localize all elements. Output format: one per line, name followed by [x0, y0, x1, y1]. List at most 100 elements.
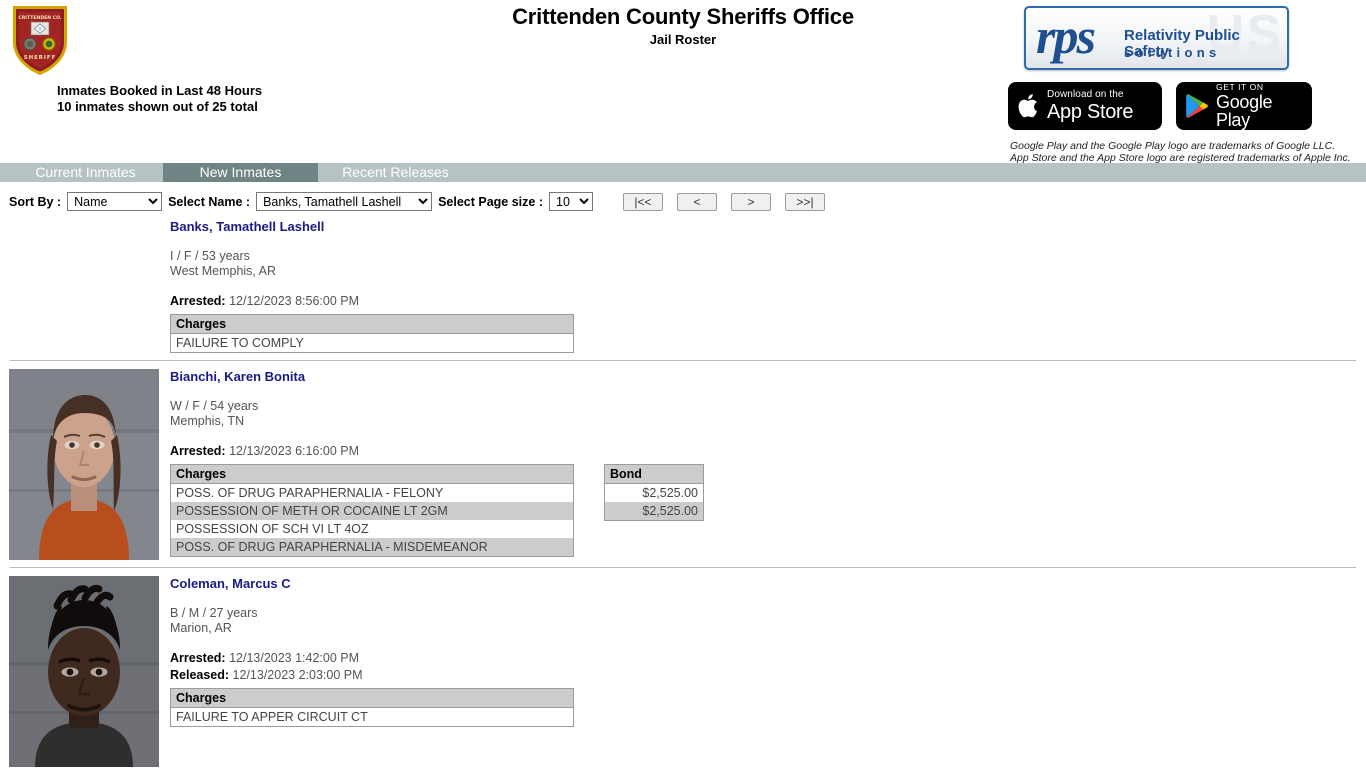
mugshot-photo — [9, 576, 159, 767]
bond-table: Bond $2,525.00 $2,525.00 — [604, 464, 704, 521]
rps-wordmark: rps — [1036, 8, 1096, 64]
google-play-icon — [1185, 93, 1209, 119]
branding-block: US rps Relativity Public Safety solution… — [1006, 6, 1351, 164]
trademark-notice-line2: App Store and the App Store logo are reg… — [1010, 152, 1351, 164]
last-page-button[interactable]: >>| — [785, 192, 825, 211]
select-name-label: Select Name : — [168, 194, 251, 209]
charge-row: POSSESSION OF SCH VI LT 4OZ — [170, 520, 574, 538]
charges-header-cell: Charges — [170, 688, 574, 708]
inmate-demographics: I / F / 53 years — [170, 249, 250, 263]
page-size-label: Select Page size : — [438, 194, 543, 209]
booked-summary-line2: 10 inmates shown out of 25 total — [57, 99, 258, 114]
arrested-value: 12/12/2023 8:56:00 PM — [229, 294, 360, 308]
mugshot-cell — [0, 572, 170, 767]
inmate-details: Coleman, Marcus C B / M / 27 years Marion,… — [170, 572, 1366, 727]
inmate-dates: Arrested: 12/13/2023 6:16:00 PM — [170, 443, 1366, 460]
bond-row: $2,525.00 — [604, 502, 704, 521]
tables-row: Charges POSS. OF DRUG PARAPHERNALIA - FEL… — [170, 464, 1366, 557]
google-play-big-label: Google Play — [1216, 92, 1273, 131]
inmate-record: Bianchi, Karen Bonita W / F / 54 years Mem… — [0, 361, 1366, 560]
sort-by-label: Sort By : — [9, 194, 62, 209]
inmate-name-link[interactable]: Banks, Tamathell Lashell — [170, 219, 324, 234]
tab-new-inmates[interactable]: New Inmates — [163, 163, 318, 182]
inmate-city: West Memphis, AR — [170, 264, 277, 278]
filter-toolbar: Sort By : Name Select Name : Banks, Tama… — [0, 182, 1366, 211]
charges-table: Charges FAILURE TO APPER CIRCUIT CT — [170, 688, 574, 727]
inmate-record: Coleman, Marcus C B / M / 27 years Marion,… — [0, 568, 1366, 767]
tables-row: Charges FAILURE TO COMPLY — [170, 314, 1366, 353]
first-page-button[interactable]: |<< — [623, 192, 663, 211]
arrested-value: 12/13/2023 6:16:00 PM — [229, 444, 360, 458]
released-value: 12/13/2023 2:03:00 PM — [232, 668, 363, 682]
app-store-text: Download on the App Store — [1047, 89, 1134, 123]
booked-summary-line1: Inmates Booked in Last 48 Hours — [57, 83, 263, 98]
charge-cell: FAILURE TO APPER CIRCUIT CT — [170, 707, 574, 727]
next-page-button[interactable]: > — [731, 192, 771, 211]
bond-amount-cell: $2,525.00 — [604, 483, 704, 502]
charge-row: POSS. OF DRUG PARAPHERNALIA - MISDEMEANO… — [170, 538, 574, 557]
app-store-button[interactable]: Download on the App Store — [1008, 82, 1162, 130]
released-row: Released: 12/13/2023 2:03:00 PM — [170, 667, 1366, 684]
google-play-small-label: GET IT ON — [1216, 81, 1264, 92]
tab-current-inmates[interactable]: Current Inmates — [8, 163, 163, 182]
arrested-row: Arrested: 12/13/2023 6:16:00 PM — [170, 443, 1366, 460]
trademark-notice: Google Play and the Google Play logo are… — [1010, 140, 1351, 164]
arrested-value: 12/13/2023 1:42:00 PM — [229, 651, 360, 665]
trademark-notice-line1: Google Play and the Google Play logo are… — [1010, 140, 1336, 152]
arrested-label: Arrested: — [170, 651, 226, 665]
charges-table: Charges POSS. OF DRUG PARAPHERNALIA - FEL… — [170, 464, 574, 557]
inmate-list: Banks, Tamathell Lashell I / F / 53 years… — [0, 211, 1366, 767]
charge-row: POSS. OF DRUG PARAPHERNALIA - FELONY — [170, 483, 574, 502]
select-name-dropdown[interactable]: Banks, Tamathell Lashell — [256, 192, 433, 211]
prev-page-button[interactable]: < — [677, 192, 717, 211]
app-store-big-label: App Store — [1047, 101, 1134, 123]
tables-row: Charges FAILURE TO APPER CIRCUIT CT — [170, 688, 1366, 727]
bond-row: $2,525.00 — [604, 483, 704, 502]
mugshot-cell — [0, 215, 170, 219]
tab-bar: Current Inmates New Inmates Recent Relea… — [0, 163, 1366, 182]
store-badges: Download on the App Store GET IT ON Goog… — [1008, 82, 1312, 130]
charge-cell: POSS. OF DRUG PARAPHERNALIA - MISDEMEANO… — [170, 538, 574, 557]
charge-cell: POSS. OF DRUG PARAPHERNALIA - FELONY — [170, 483, 574, 502]
app-store-small-label: Download on the — [1047, 89, 1124, 100]
charges-header-cell: Charges — [170, 314, 574, 334]
inmate-details: Bianchi, Karen Bonita W / F / 54 years Mem… — [170, 365, 1366, 557]
bond-header-cell: Bond — [604, 464, 704, 484]
charge-row: FAILURE TO COMPLY — [170, 333, 574, 353]
tab-recent-releases[interactable]: Recent Releases — [318, 163, 473, 182]
rps-logo[interactable]: US rps Relativity Public Safety solution… — [1024, 6, 1289, 70]
arrested-row: Arrested: 12/13/2023 1:42:00 PM — [170, 650, 1366, 667]
inmate-name-link[interactable]: Bianchi, Karen Bonita — [170, 369, 305, 384]
inmate-details: Banks, Tamathell Lashell I / F / 53 years… — [170, 215, 1366, 353]
rps-tagline-secondary: solutions — [1124, 45, 1221, 60]
inmate-demographics: W / F / 54 years — [170, 399, 259, 413]
inmate-dates: Arrested: 12/12/2023 8:56:00 PM — [170, 293, 1366, 310]
google-play-button[interactable]: GET IT ON Google Play — [1176, 82, 1312, 130]
page-size-select[interactable]: 10 — [549, 192, 593, 211]
released-label: Released: — [170, 668, 230, 682]
inmate-record: Banks, Tamathell Lashell I / F / 53 years… — [0, 211, 1366, 353]
inmate-city: Marion, AR — [170, 621, 232, 635]
sheriff-badge-logo: CRITTENDEN CO. SHERIFF — [7, 2, 73, 78]
mugshot-cell — [0, 365, 170, 560]
arrested-label: Arrested: — [170, 294, 226, 308]
charges-header-cell: Charges — [170, 464, 574, 484]
inmate-demographics: B / M / 27 years — [170, 606, 258, 620]
svg-text:SHERIFF: SHERIFF — [24, 55, 57, 61]
charges-table: Charges FAILURE TO COMPLY — [170, 314, 574, 353]
apple-icon — [1017, 92, 1040, 120]
charge-row: POSSESSION OF METH OR COCAINE LT 2GM — [170, 502, 574, 520]
svg-text:CRITTENDEN CO.: CRITTENDEN CO. — [18, 15, 62, 21]
inmate-dates: Arrested: 12/13/2023 1:42:00 PM Released:… — [170, 650, 1366, 684]
sort-by-select[interactable]: Name — [67, 192, 163, 211]
charge-cell: POSSESSION OF SCH VI LT 4OZ — [170, 520, 574, 538]
charge-cell: FAILURE TO COMPLY — [170, 333, 574, 353]
charge-cell: POSSESSION OF METH OR COCAINE LT 2GM — [170, 502, 574, 520]
inmate-name-link[interactable]: Coleman, Marcus C — [170, 576, 291, 591]
pagination-controls: |<< < > >>| — [623, 192, 825, 211]
booked-summary: Inmates Booked in Last 48 Hours 10 inmat… — [57, 83, 262, 115]
mugshot-photo — [9, 369, 159, 560]
bond-amount-cell: $2,525.00 — [604, 502, 704, 521]
charge-row: FAILURE TO APPER CIRCUIT CT — [170, 707, 574, 727]
inmate-city: Memphis, TN — [170, 414, 245, 428]
